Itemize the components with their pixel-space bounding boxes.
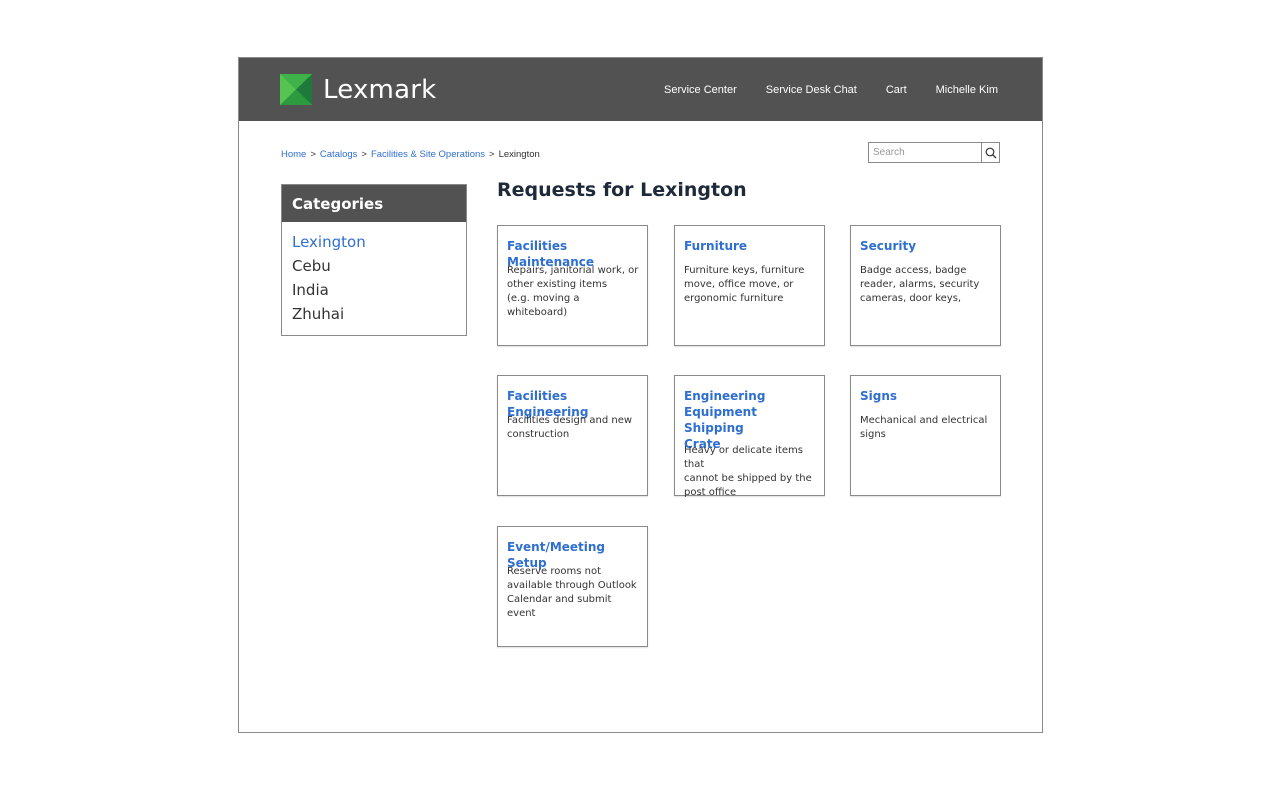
card-title: Security: [860, 239, 917, 253]
card-description: Reserve rooms not available through Outl…: [507, 566, 637, 619]
card-description: Facilities design and new construction: [507, 415, 633, 440]
breadcrumb-separator: >: [361, 149, 367, 160]
breadcrumb-catalogs[interactable]: Catalogs: [320, 149, 358, 160]
category-zhuhai[interactable]: Zhuhai: [292, 302, 466, 326]
card-furniture[interactable]: Furniture Furniture keys, furniture move…: [674, 225, 825, 346]
category-india[interactable]: India: [292, 278, 466, 302]
nav-cart[interactable]: Cart: [886, 84, 907, 96]
card-engineering-equipment-shipping-crate[interactable]: Engineering Equipment Shipping Crate Hea…: [674, 375, 825, 498]
breadcrumb-current: Lexington: [498, 149, 540, 160]
lexmark-logo-icon: [280, 74, 312, 105]
search-icon: [985, 147, 996, 158]
search-button[interactable]: [981, 143, 999, 162]
search-box: [868, 142, 1000, 163]
category-lexington[interactable]: Lexington: [292, 230, 466, 254]
card-description: Badge access, badge reader, alarms, secu…: [860, 265, 980, 304]
card-description: Repairs, janitorial work, or other exist…: [507, 265, 639, 318]
categories-title: Categories: [282, 185, 466, 222]
breadcrumb-facilities[interactable]: Facilities & Site Operations: [371, 149, 485, 160]
top-header: Lexmark Service Center Service Desk Chat…: [239, 58, 1042, 121]
breadcrumb: Home > Catalogs > Facilities & Site Operatio…: [281, 149, 540, 160]
page-frame: Lexmark Service Center Service Desk Chat…: [238, 57, 1043, 733]
breadcrumb-separator: >: [310, 149, 316, 160]
nav-service-center[interactable]: Service Center: [664, 84, 737, 96]
top-nav: Service Center Service Desk Chat Cart Mi…: [635, 58, 998, 121]
breadcrumb-separator: >: [489, 149, 495, 160]
breadcrumb-home[interactable]: Home: [281, 149, 306, 160]
brand-name: Lexmark: [323, 74, 437, 105]
nav-user-account[interactable]: Michelle Kim: [936, 84, 998, 96]
card-title: Engineering Equipment Shipping Crate: [684, 389, 766, 451]
card-event-meeting-setup[interactable]: Event/Meeting Setup Reserve rooms not av…: [497, 526, 648, 647]
lexmark-logo[interactable]: Lexmark: [280, 74, 436, 105]
card-facilities-maintenance[interactable]: Facilities Maintenance Repairs, janitori…: [497, 225, 648, 346]
card-title: Furniture: [684, 239, 748, 253]
nav-service-desk-chat[interactable]: Service Desk Chat: [766, 84, 857, 96]
card-description: Mechanical and electrical signs: [860, 415, 988, 440]
categories-panel: Categories Lexington Cebu India Zhuhai: [281, 184, 467, 336]
card-title: Signs: [860, 389, 898, 403]
card-description: Furniture keys, furniture move, office m…: [684, 265, 805, 304]
category-cebu[interactable]: Cebu: [292, 254, 466, 278]
card-description: Heavy or delicate items that cannot be s…: [684, 445, 812, 498]
card-security[interactable]: Security Badge access, badge reader, ala…: [850, 225, 1001, 346]
categories-list: Lexington Cebu India Zhuhai: [282, 222, 466, 326]
page-title: Requests for Lexington: [497, 179, 747, 201]
card-facilities-engineering[interactable]: Facilities Engineering Facilities design…: [497, 375, 648, 496]
card-signs[interactable]: Signs Mechanical and electrical signs: [850, 375, 1001, 496]
search-input[interactable]: [869, 143, 981, 162]
